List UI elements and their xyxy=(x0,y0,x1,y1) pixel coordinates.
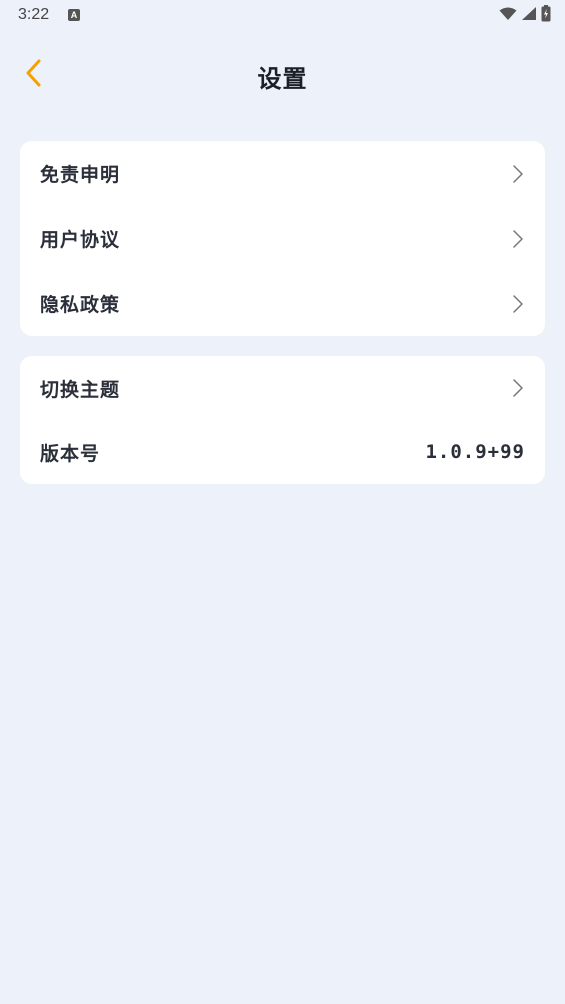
chevron-right-icon xyxy=(511,378,525,398)
disclaimer-label: 免责申明 xyxy=(40,164,121,186)
signal-icon xyxy=(521,6,537,25)
privacy-policy-row[interactable]: 隐私政策 xyxy=(20,271,545,336)
version-label: 版本号 xyxy=(40,442,101,465)
chevron-right-icon xyxy=(511,164,525,184)
status-indicators xyxy=(499,4,551,26)
chevron-right-icon xyxy=(511,229,525,249)
header: 设置 xyxy=(0,50,565,100)
chevron-right-icon xyxy=(511,294,525,314)
switch-theme-label: 切换主题 xyxy=(40,378,121,401)
user-agreement-label: 用户协议 xyxy=(40,229,121,251)
notification-a-icon: A xyxy=(68,9,80,21)
wifi-icon xyxy=(499,6,517,25)
settings-card-legal: 免责申明 用户协议 隐私政策 xyxy=(20,141,545,336)
switch-theme-row[interactable]: 切换主题 xyxy=(20,356,545,420)
version-value: 1.0.9+99 xyxy=(425,441,525,463)
status-bar: 3:22 A xyxy=(0,0,565,30)
battery-icon xyxy=(541,4,551,26)
status-time: 3:22 xyxy=(18,6,50,23)
settings-card-app: 切换主题 版本号 1.0.9+99 xyxy=(20,356,545,484)
page-title: 设置 xyxy=(257,65,308,93)
privacy-policy-label: 隐私政策 xyxy=(40,294,121,316)
version-row: 版本号 1.0.9+99 xyxy=(20,420,545,484)
user-agreement-row[interactable]: 用户协议 xyxy=(20,206,545,271)
disclaimer-row[interactable]: 免责申明 xyxy=(20,141,545,206)
